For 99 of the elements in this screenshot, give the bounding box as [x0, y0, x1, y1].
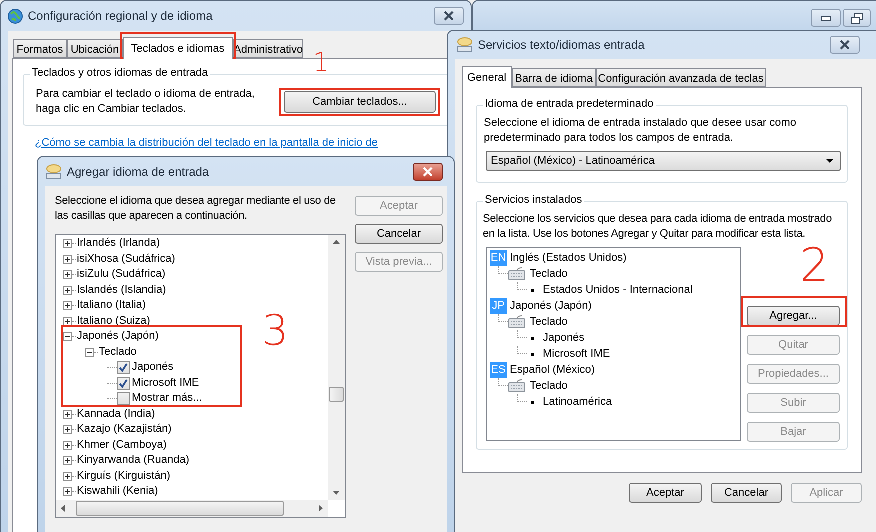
keyboard-cloud-icon — [456, 37, 474, 53]
tree-item[interactable]: Japonés (Japón) — [510, 298, 592, 314]
close-button[interactable] — [413, 162, 443, 180]
expand-icon[interactable] — [63, 440, 72, 450]
annotation-number: 3 — [262, 310, 289, 352]
close-button[interactable] — [830, 36, 860, 54]
annotation-number: 2 — [800, 242, 830, 288]
tree-item[interactable]: Microsoft IME — [534, 346, 610, 362]
tree-item[interactable]: Kazajo (Kazajistán) — [76, 423, 172, 436]
tree-item[interactable]: Español (México) — [510, 362, 595, 378]
checkbox[interactable] — [117, 392, 130, 406]
tree-item[interactable]: Italiano (Italia) — [76, 299, 146, 312]
expand-icon[interactable] — [63, 301, 72, 310]
tab[interactable]: Barra de idioma — [512, 68, 596, 87]
language-code-badge: EN — [490, 250, 507, 266]
instruction-text: Para cambiar el teclado o idioma de entrada, haga clic en Cambiar teclados. — [36, 87, 256, 117]
dialog-button[interactable]: Agregar... — [747, 306, 840, 326]
tree-item[interactable]: Japonés — [130, 361, 174, 374]
tab[interactable]: Administrativo — [233, 39, 303, 58]
window-title: Servicios texto/idiomas entrada — [478, 37, 645, 54]
scroll-down-icon[interactable] — [333, 491, 340, 495]
language-code-badge: JP — [490, 298, 507, 314]
scroll-thumb[interactable] — [329, 387, 344, 402]
instruction-text: Seleccione los servicios que desea para cada idioma de entrada mostrado en la lista. Use los botones Agregar y Quitar para modificar esta lista. — [482, 212, 834, 242]
expand-icon[interactable] — [63, 254, 72, 264]
help-link[interactable]: ¿Cómo se cambia la distribución del teclado en la pantalla de inicio de — [35, 136, 378, 150]
expand-icon[interactable] — [63, 316, 72, 326]
tree-item[interactable]: Kiswahili (Kenia) — [76, 485, 158, 498]
close-button[interactable] — [434, 7, 464, 25]
language-code-badge: ES — [490, 362, 507, 378]
tree-item[interactable]: isiZulu (Sudáfrica) — [76, 268, 166, 282]
globe-icon — [7, 8, 24, 24]
dialog-button[interactable]: Cancelar — [355, 224, 443, 244]
tree-item[interactable]: Irlandés (Irlanda) — [76, 237, 160, 250]
window-title: Agregar idioma de entrada — [67, 164, 210, 180]
bullet-icon — [531, 352, 534, 356]
annotation-number: 1 — [313, 50, 330, 76]
dropdown-arrow-icon — [826, 159, 834, 163]
tree-item[interactable]: Kirguís (Kirguistán) — [76, 470, 171, 483]
bullet-icon — [531, 336, 534, 340]
scroll-right-icon[interactable] — [319, 505, 323, 512]
tab[interactable]: Formatos — [13, 39, 67, 58]
expand-icon[interactable] — [63, 425, 72, 434]
minimize-icon — [821, 16, 831, 20]
bullet-icon — [531, 400, 534, 404]
group-title: Teclados y otros idiomas de entrada — [30, 67, 210, 80]
dialog-button[interactable]: Cancelar — [711, 483, 782, 503]
tree-item[interactable]: Khmer (Camboya) — [76, 438, 167, 452]
restore-icon — [851, 12, 863, 24]
expand-icon[interactable] — [63, 410, 72, 419]
dialog-button[interactable]: Aceptar — [629, 483, 702, 503]
checkbox[interactable] — [117, 361, 130, 374]
tree-item[interactable]: Italiano (Suiza) — [76, 314, 150, 328]
horizontal-scrollbar[interactable] — [56, 500, 328, 517]
scroll-thumb[interactable] — [76, 501, 284, 516]
close-icon — [839, 40, 851, 50]
tree-item[interactable]: Teclado — [526, 378, 568, 394]
vertical-scrollbar[interactable] — [328, 235, 345, 500]
language-dropdown[interactable]: Español (México) - Latinoamérica — [486, 151, 841, 171]
keyboard-cloud-icon — [45, 164, 63, 180]
tree-item[interactable]: Islandés (Islandia) — [76, 284, 166, 297]
tree-item[interactable]: Inglés (Estados Unidos) — [510, 250, 627, 266]
expand-icon[interactable] — [63, 239, 72, 248]
tree-item[interactable]: Japonés (Japón) — [76, 330, 159, 344]
tree-item[interactable]: Mostrar más... — [130, 392, 202, 406]
scroll-left-icon[interactable] — [61, 505, 65, 512]
close-icon — [443, 11, 455, 21]
expand-icon[interactable] — [63, 487, 72, 496]
tree-item[interactable]: Japonés — [534, 330, 585, 346]
tree-item[interactable]: Teclado — [526, 314, 568, 330]
tree-item[interactable]: Teclado — [98, 346, 137, 359]
expand-icon[interactable] — [63, 286, 72, 295]
expand-icon[interactable] — [63, 456, 72, 466]
checkbox[interactable] — [117, 376, 130, 390]
instruction-text: Seleccione el idioma de entrada instalado que desee usar como predeterminado para todos los campos de entrada. — [483, 116, 798, 146]
scroll-up-icon[interactable] — [333, 240, 340, 244]
tab[interactable]: General — [462, 66, 512, 88]
bullet-icon — [531, 288, 534, 292]
tree-item[interactable]: Teclado — [526, 266, 568, 282]
tab[interactable]: Ubicación — [67, 39, 123, 58]
tab[interactable]: Teclados e idiomas — [123, 37, 233, 59]
tree-item[interactable]: Estados Unidos - Internacional — [534, 282, 693, 298]
instruction-text: Seleccione el idioma que desea agregar mediante el uso de las casillas que aparecen a continuación. — [55, 194, 337, 224]
tree-item[interactable]: isiXhosa (Sudáfrica) — [76, 252, 176, 266]
close-icon — [422, 166, 434, 176]
tree-item[interactable]: Latinoamérica — [534, 394, 612, 410]
tab[interactable]: Configuración avanzada de teclas — [596, 68, 766, 87]
tree-item[interactable]: Microsoft IME — [130, 376, 200, 390]
collapse-icon[interactable] — [63, 332, 72, 342]
collapse-icon[interactable] — [85, 348, 94, 357]
change-keyboards-button[interactable]: Cambiar teclados... — [284, 91, 436, 113]
expand-icon[interactable] — [63, 472, 72, 481]
window-title: Configuración regional y de idioma — [28, 8, 213, 25]
restore-button[interactable] — [843, 9, 871, 27]
minimize-button[interactable] — [811, 9, 841, 27]
tree-item[interactable]: Kinyarwanda (Ruanda) — [76, 454, 190, 468]
tree-item[interactable]: Kannada (India) — [76, 408, 156, 421]
expand-icon[interactable] — [63, 270, 72, 280]
group-title: Idioma de entrada predeterminado — [483, 98, 656, 111]
